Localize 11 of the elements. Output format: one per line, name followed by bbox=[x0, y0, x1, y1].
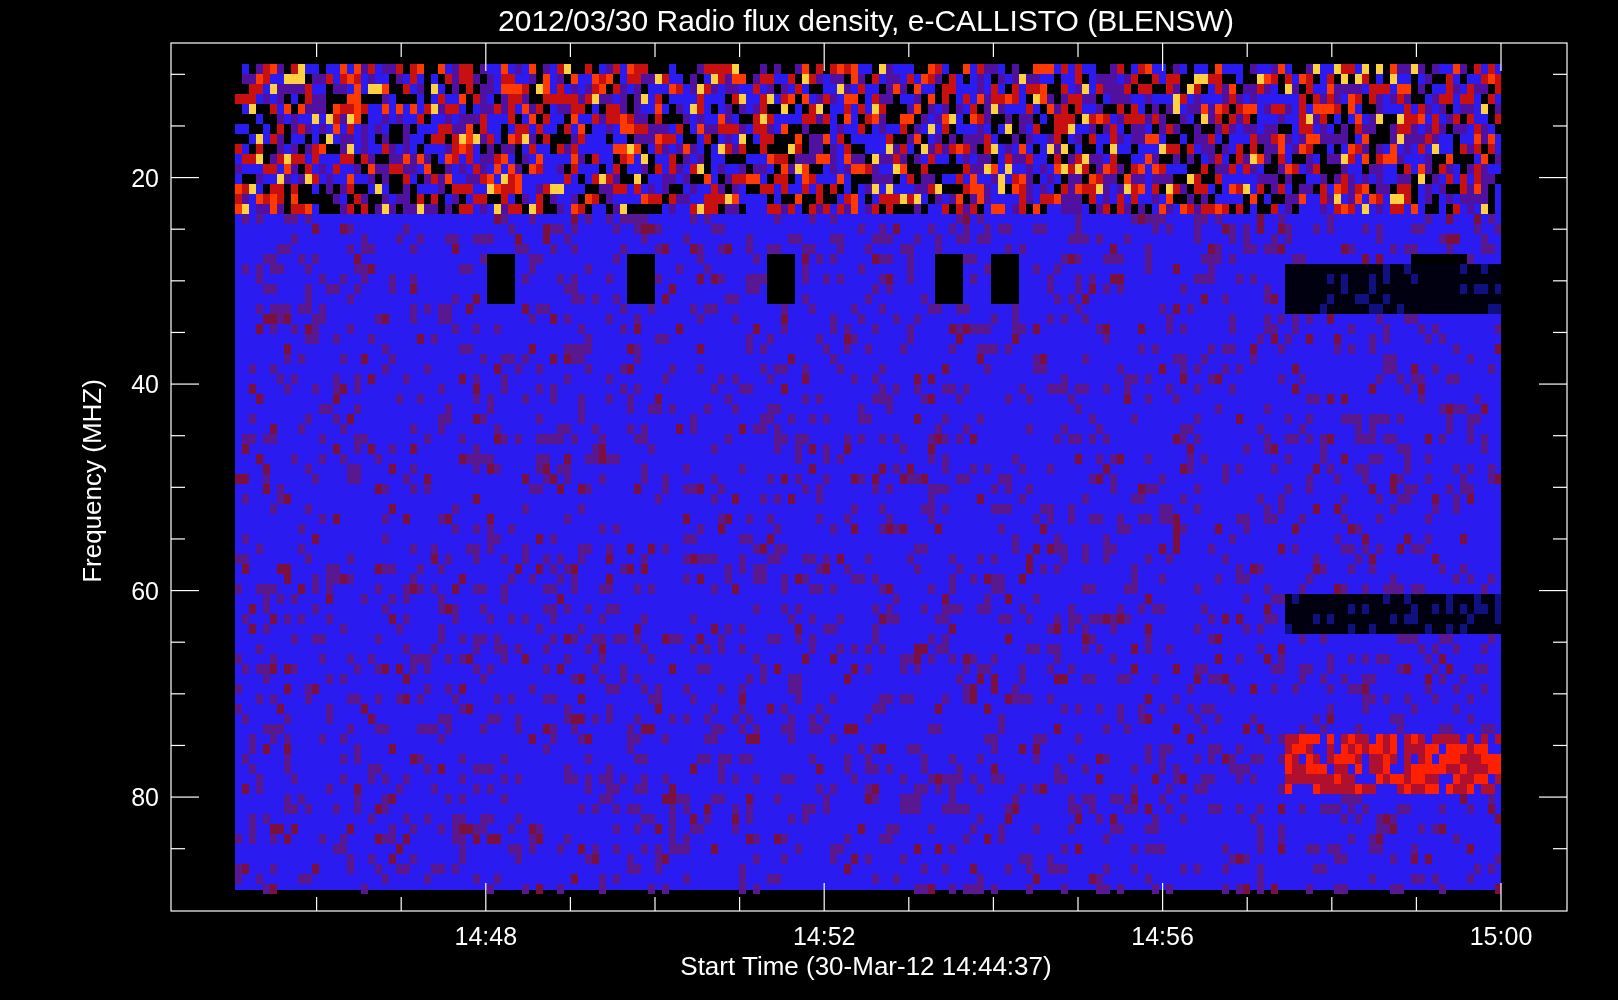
tick-label: 80 bbox=[131, 783, 159, 812]
tick-label: 20 bbox=[131, 163, 159, 192]
tick-label: 40 bbox=[131, 370, 159, 399]
axis-label: Start Time (30-Mar-12 14:44:37) bbox=[680, 951, 1052, 981]
tick-label: 60 bbox=[131, 576, 159, 605]
chart-title: 2012/03/30 Radio flux density, e-CALLISTO (BLENSW) bbox=[498, 4, 1234, 37]
axis-label: Frequency (MHZ) bbox=[77, 379, 107, 583]
tick-label: 14:48 bbox=[454, 922, 518, 950]
tick-label: 14:52 bbox=[792, 922, 856, 950]
tick-label: 14:56 bbox=[1131, 922, 1194, 950]
tick-label: 15:00 bbox=[1469, 922, 1533, 950]
